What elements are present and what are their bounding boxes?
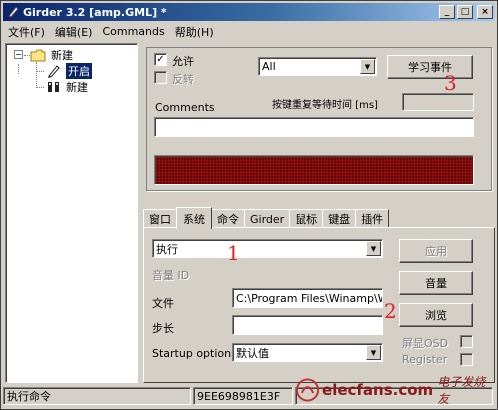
- chevron-down-icon[interactable]: ▼: [360, 59, 375, 74]
- device-select-value: All: [262, 60, 276, 73]
- watermark-text: elecfans.com: [322, 381, 434, 399]
- main-window: Girder 3.2 [amp.GML] * _ □ × 文件(F) 编辑(E)…: [0, 0, 498, 410]
- menu-file[interactable]: 文件(F): [3, 24, 50, 40]
- status-text-value: 执行命令: [7, 390, 51, 403]
- annotation-1: 1: [227, 241, 240, 265]
- device-select[interactable]: All ▼: [258, 57, 377, 76]
- check-icon: ✓: [156, 54, 165, 65]
- browse-label: 浏览: [425, 309, 447, 322]
- apply-button[interactable]: 应用: [399, 239, 473, 263]
- chevron-down-icon[interactable]: ▼: [366, 241, 381, 256]
- startup-options-select[interactable]: 默认值 ▼: [232, 343, 383, 362]
- command-tree[interactable]: − 新建 开启 新建: [5, 43, 138, 383]
- enabled-checkbox[interactable]: ✓: [154, 53, 167, 66]
- repeat-delay-label: 按键重复等待时间 [ms]: [272, 100, 378, 111]
- maximize-icon: □: [460, 6, 470, 17]
- tab-system[interactable]: 系统: [176, 207, 212, 229]
- maximize-button[interactable]: □: [457, 5, 473, 19]
- tree-line: [36, 62, 37, 88]
- tab-keyboard[interactable]: 键盘: [322, 209, 357, 228]
- osd-checkbox[interactable]: [460, 335, 473, 348]
- browse-button[interactable]: 浏览: [399, 303, 473, 327]
- pencil-icon: [48, 65, 60, 78]
- folder-icon: [30, 49, 46, 61]
- annotation-2: 2: [384, 299, 397, 323]
- annotation-3: 3: [444, 71, 457, 95]
- watermark: elecfans.com 电子发烧友: [295, 373, 495, 407]
- action-select-value: 执行: [156, 242, 178, 256]
- step-label: 步长: [152, 322, 174, 335]
- menu-help[interactable]: 帮助(H): [170, 24, 219, 40]
- enabled-label: 允许: [172, 55, 194, 68]
- status-code: 9EE698981E3F: [193, 387, 293, 405]
- menu-bar: 文件(F) 编辑(E) Commands 帮助(H): [3, 22, 495, 41]
- tree-root-label: 新建: [51, 49, 73, 62]
- repeat-delay-field[interactable]: [402, 93, 474, 111]
- file-path-value: C:\Program Files\Winamp\Win: [236, 291, 383, 305]
- step-field[interactable]: [232, 315, 383, 335]
- minimize-button[interactable]: _: [439, 5, 455, 19]
- file-label: 文件: [152, 297, 174, 310]
- volume-label: 音量: [425, 277, 447, 290]
- comments-field[interactable]: [154, 117, 474, 137]
- tree-item-new[interactable]: 新建: [46, 79, 88, 95]
- collapse-toggle-icon[interactable]: −: [14, 50, 23, 59]
- tree-item-open[interactable]: 开启: [46, 63, 92, 79]
- tab-girder[interactable]: Girder: [244, 209, 291, 228]
- tree-item-label: 开启: [66, 63, 92, 79]
- invert-label: 反转: [172, 73, 194, 86]
- tree-line: [36, 71, 44, 72]
- startup-options-value: 默认值: [236, 346, 269, 360]
- tab-label: 系统: [183, 212, 205, 226]
- tree-line: [18, 64, 19, 74]
- tab-strip: 窗口 系统 命令 Girder 鼠标 键盘 插件: [143, 207, 390, 229]
- register-label: Register: [402, 353, 448, 366]
- tab-command[interactable]: 命令: [211, 209, 245, 228]
- file-path-field[interactable]: C:\Program Files\Winamp\Win: [232, 288, 383, 308]
- action-select[interactable]: 执行 ▼: [152, 239, 383, 258]
- watermark-cn-text: 电子发烧友: [437, 375, 486, 406]
- volume-id-label: 音量 ID: [152, 269, 190, 282]
- led-display: [154, 155, 474, 185]
- tree-line: [36, 87, 44, 88]
- status-code-value: 9EE698981E3F: [197, 389, 281, 403]
- tab-label: Girder: [250, 212, 285, 226]
- startup-options-label: Startup options: [152, 347, 237, 360]
- tree-root[interactable]: 新建: [30, 47, 73, 63]
- tab-window[interactable]: 窗口: [143, 209, 177, 228]
- comments-label: Comments: [155, 101, 215, 114]
- remote-icon: [48, 82, 59, 92]
- tab-label: 鼠标: [295, 213, 318, 226]
- tab-label: 窗口: [149, 213, 171, 226]
- learn-event-button[interactable]: 学习事件: [387, 55, 473, 79]
- tab-label: 插件: [361, 213, 384, 226]
- chevron-down-icon[interactable]: ▼: [366, 345, 381, 360]
- tree-item-label: 新建: [66, 81, 88, 94]
- title-bar[interactable]: Girder 3.2 [amp.GML] * _ □ ×: [3, 3, 495, 21]
- register-checkbox[interactable]: [460, 353, 473, 366]
- invert-checkbox[interactable]: [154, 71, 167, 84]
- elecfans-logo-icon: [295, 378, 320, 402]
- osd-label: 屏显OSD: [402, 337, 449, 350]
- tab-plugins[interactable]: 插件: [355, 209, 390, 228]
- apply-label: 应用: [425, 245, 447, 258]
- close-icon: ×: [481, 6, 489, 17]
- tab-label: 键盘: [328, 213, 351, 226]
- status-text: 执行命令: [3, 387, 191, 405]
- menu-commands[interactable]: Commands: [97, 25, 169, 38]
- tab-label: 命令: [217, 213, 239, 226]
- volume-button[interactable]: 音量: [399, 271, 473, 295]
- menu-edit[interactable]: 编辑(E): [50, 24, 98, 40]
- window-title: Girder 3.2 [amp.GML] *: [23, 5, 167, 19]
- close-button[interactable]: ×: [477, 5, 493, 19]
- tab-mouse[interactable]: 鼠标: [289, 209, 324, 228]
- girder-app-icon: [8, 6, 19, 18]
- minimize-icon: _: [444, 6, 450, 17]
